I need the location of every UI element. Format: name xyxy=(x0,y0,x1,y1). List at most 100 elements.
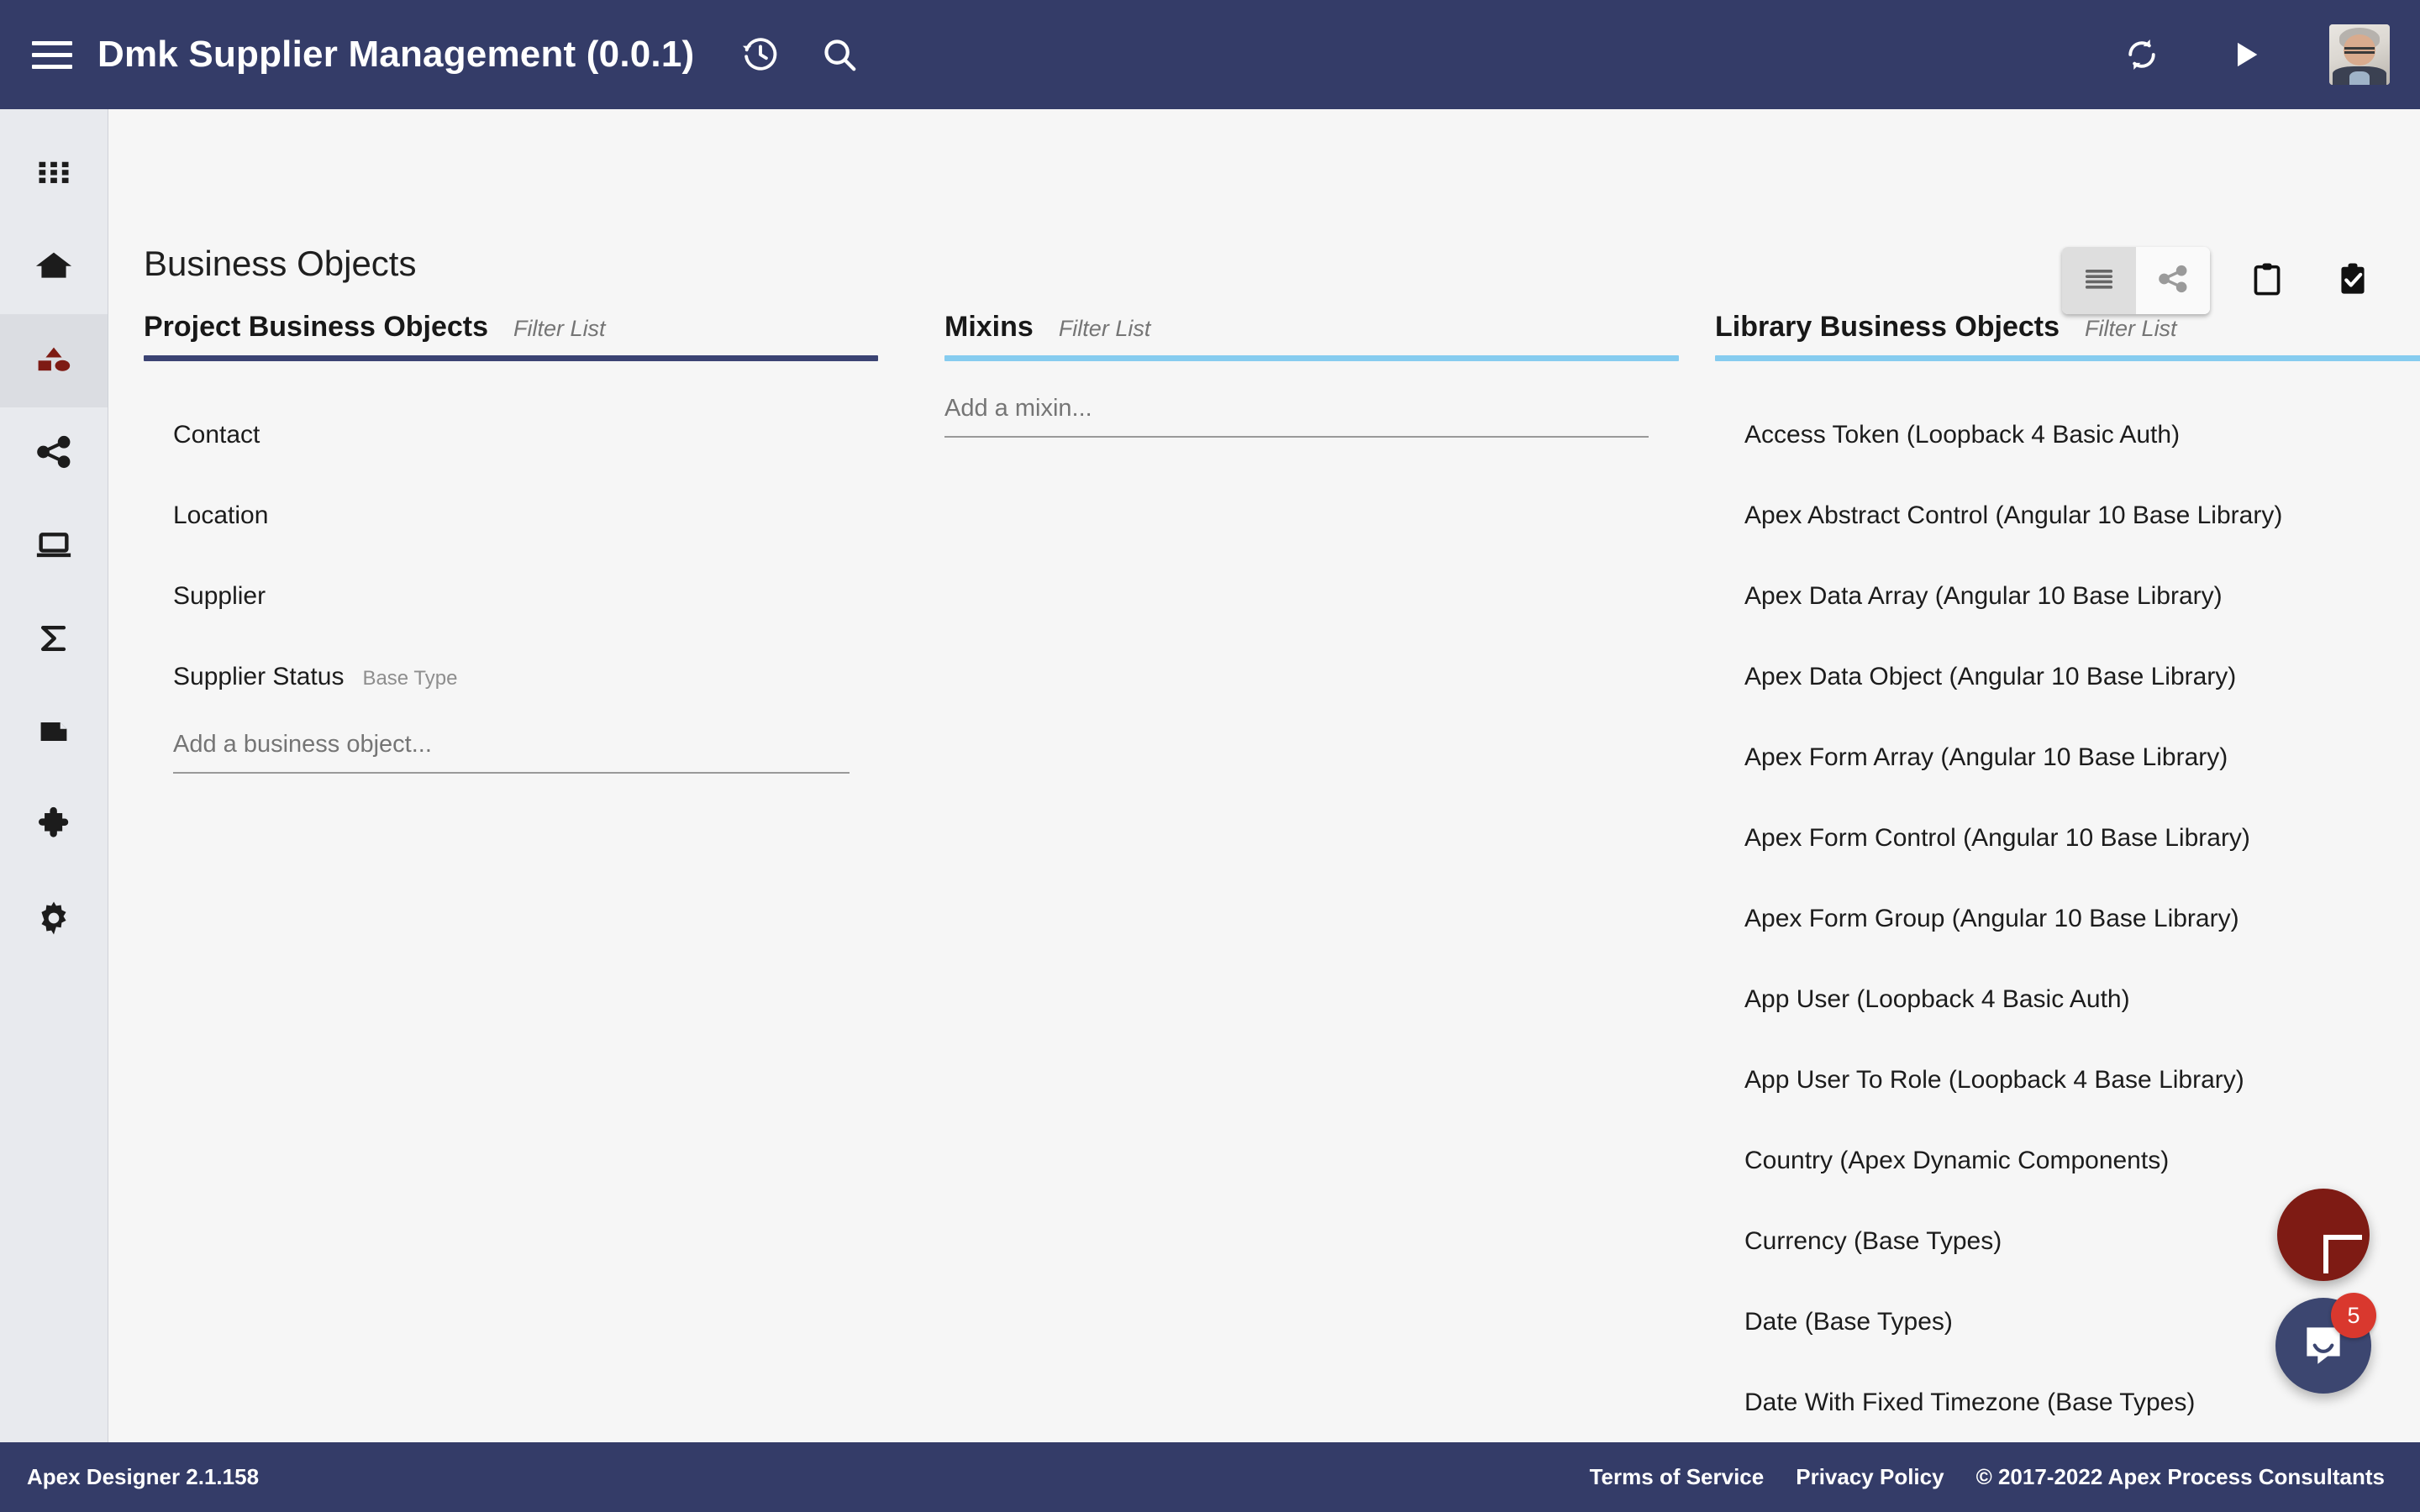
list-item[interactable]: Apex Abstract Control (Angular 10 Base L… xyxy=(1715,475,2420,556)
app-title: Dmk Supplier Management (0.0.1) xyxy=(97,34,695,75)
mixins-add-row xyxy=(944,395,1649,438)
sidebar-item-business-objects[interactable] xyxy=(0,314,108,407)
sidebar-item-calculations[interactable] xyxy=(0,594,108,687)
list-view-button[interactable] xyxy=(2062,247,2136,314)
terms-of-service-link[interactable]: Terms of Service xyxy=(1590,1464,1765,1490)
library-column-header: Library Business Objects xyxy=(1715,311,2420,355)
play-icon[interactable] xyxy=(2218,27,2274,82)
list-item[interactable]: Apex Data Object (Angular 10 Base Librar… xyxy=(1715,637,2420,717)
clipboard-button[interactable] xyxy=(2238,249,2296,312)
page-title: Business Objects xyxy=(144,244,417,283)
clipboard-icon xyxy=(2249,260,2286,302)
avatar-shirt xyxy=(2349,71,2370,85)
list-item[interactable]: Apex Form Control (Angular 10 Base Libra… xyxy=(1715,798,2420,879)
library-column-rule xyxy=(1715,355,2420,361)
columns-container: Project Business Objects Contact Locatio… xyxy=(108,311,2420,1442)
avatar-glasses xyxy=(2344,47,2375,54)
list-item-label: Apex Data Array (Angular 10 Base Library… xyxy=(1744,582,2223,610)
list-item-label: Date With Fixed Timezone (Base Types) xyxy=(1744,1389,2196,1416)
list-item[interactable]: Location xyxy=(144,475,877,556)
mixins-column-header: Mixins xyxy=(944,311,1646,355)
sidebar-item-relationships[interactable] xyxy=(0,407,108,501)
app-body: Business Objects Project Business Object… xyxy=(0,109,2420,1442)
footer-copyright: © 2017-2022 Apex Process Consultants xyxy=(1975,1464,2385,1489)
document-icon xyxy=(35,713,72,754)
list-item[interactable]: Supplier xyxy=(144,556,877,637)
list-item[interactable]: Access Token (Loopback 4 Basic Auth) xyxy=(1715,395,2420,475)
footer-links: Terms of Service Privacy Policy © 2017-2… xyxy=(1590,1464,2385,1490)
chat-unread-badge: 5 xyxy=(2331,1293,2376,1338)
list-item[interactable]: Supplier Status Base Type xyxy=(144,637,877,717)
list-item-label: Contact xyxy=(173,421,260,449)
avatar[interactable] xyxy=(2329,24,2390,85)
sigma-icon xyxy=(35,620,72,661)
mixins-column-title: Mixins xyxy=(944,311,1034,343)
sidebar-item-home[interactable] xyxy=(0,221,108,314)
share-view-button[interactable] xyxy=(2136,247,2210,314)
app-header: Dmk Supplier Management (0.0.1) xyxy=(0,0,2420,109)
search-icon[interactable] xyxy=(812,27,867,82)
sidebar-item-documents[interactable] xyxy=(0,687,108,780)
share-nodes-icon xyxy=(35,433,72,475)
list-item-label: Apex Data Object (Angular 10 Base Librar… xyxy=(1744,663,2237,690)
add-floating-action-button[interactable] xyxy=(2277,1189,2370,1281)
list-item[interactable]: Apex Form Array (Angular 10 Base Library… xyxy=(1715,717,2420,798)
list-item-badge: Base Type xyxy=(362,667,458,690)
add-mixin-input[interactable] xyxy=(944,395,1649,438)
privacy-policy-link[interactable]: Privacy Policy xyxy=(1796,1464,1944,1490)
mixins-column-rule xyxy=(944,355,1679,361)
list-item-label: Supplier Status xyxy=(173,663,345,690)
list-item-label: Location xyxy=(173,501,269,529)
list-item-label: Apex Form Array (Angular 10 Base Library… xyxy=(1744,743,2228,771)
project-filter-input[interactable] xyxy=(513,316,877,342)
laptop-icon xyxy=(34,526,73,569)
list-view-icon xyxy=(2083,263,2115,299)
header-actions xyxy=(2114,24,2390,85)
sidebar-item-settings[interactable] xyxy=(0,874,108,967)
sync-icon[interactable] xyxy=(2114,27,2170,82)
list-item-label: Country (Apex Dynamic Components) xyxy=(1744,1147,2170,1174)
sidebar-item-apps[interactable] xyxy=(0,128,108,221)
view-toolbar xyxy=(2062,247,2381,314)
list-item[interactable]: App User (Loopback 4 Basic Auth) xyxy=(1715,959,2420,1040)
list-item-label: Access Token (Loopback 4 Basic Auth) xyxy=(1744,421,2181,449)
sidebar-item-screens[interactable] xyxy=(0,501,108,594)
list-item-label: App User (Loopback 4 Basic Auth) xyxy=(1744,985,2130,1013)
list-item[interactable]: Contact xyxy=(144,395,877,475)
list-item[interactable]: Apex Form Group (Angular 10 Base Library… xyxy=(1715,879,2420,959)
hamburger-menu-icon[interactable] xyxy=(32,34,79,75)
project-object-list: Contact Location Supplier Supplier Statu… xyxy=(144,361,877,774)
business-objects-shapes-icon xyxy=(34,339,73,382)
list-item-label: Currency (Base Types) xyxy=(1744,1227,2002,1255)
list-item-label: Date (Base Types) xyxy=(1744,1308,1953,1336)
home-icon xyxy=(34,246,73,289)
share-view-icon xyxy=(2157,263,2189,299)
mixins-list xyxy=(944,361,1649,438)
project-column-title: Project Business Objects xyxy=(144,311,489,343)
list-item-label: Apex Form Control (Angular 10 Base Libra… xyxy=(1744,824,2250,852)
project-column-header: Project Business Objects xyxy=(144,311,877,355)
clipboard-check-icon xyxy=(2334,260,2371,302)
list-item-label: Apex Form Group (Angular 10 Base Library… xyxy=(1744,905,2239,932)
list-item-label: App User To Role (Loopback 4 Base Librar… xyxy=(1744,1066,2244,1094)
footer-version: Apex Designer 2.1.158 xyxy=(27,1464,260,1489)
sidebar-item-plugins[interactable] xyxy=(0,780,108,874)
library-filter-input[interactable] xyxy=(2085,316,2420,342)
library-column-title: Library Business Objects xyxy=(1715,311,2060,343)
add-business-object-input[interactable] xyxy=(173,731,850,774)
history-icon[interactable] xyxy=(733,27,788,82)
gear-icon xyxy=(34,899,73,942)
apps-grid-icon xyxy=(36,155,71,194)
mixins-filter-input[interactable] xyxy=(1058,316,1646,342)
column-project-business-objects: Project Business Objects Contact Locatio… xyxy=(108,311,878,1442)
chat-launcher-button[interactable]: 5 xyxy=(2275,1293,2376,1394)
list-item-label: Apex Abstract Control (Angular 10 Base L… xyxy=(1744,501,2283,529)
list-item[interactable]: App User To Role (Loopback 4 Base Librar… xyxy=(1715,1040,2420,1121)
list-item[interactable]: Apex Data Array (Angular 10 Base Library… xyxy=(1715,556,2420,637)
sidebar xyxy=(0,109,108,1442)
puzzle-piece-icon xyxy=(34,806,73,848)
app-root: Dmk Supplier Management (0.0.1) Business… xyxy=(0,0,2420,1512)
project-add-row xyxy=(144,717,877,774)
main-content: Business Objects Project Business Object… xyxy=(108,109,2420,1442)
clipboard-check-button[interactable] xyxy=(2324,249,2381,312)
